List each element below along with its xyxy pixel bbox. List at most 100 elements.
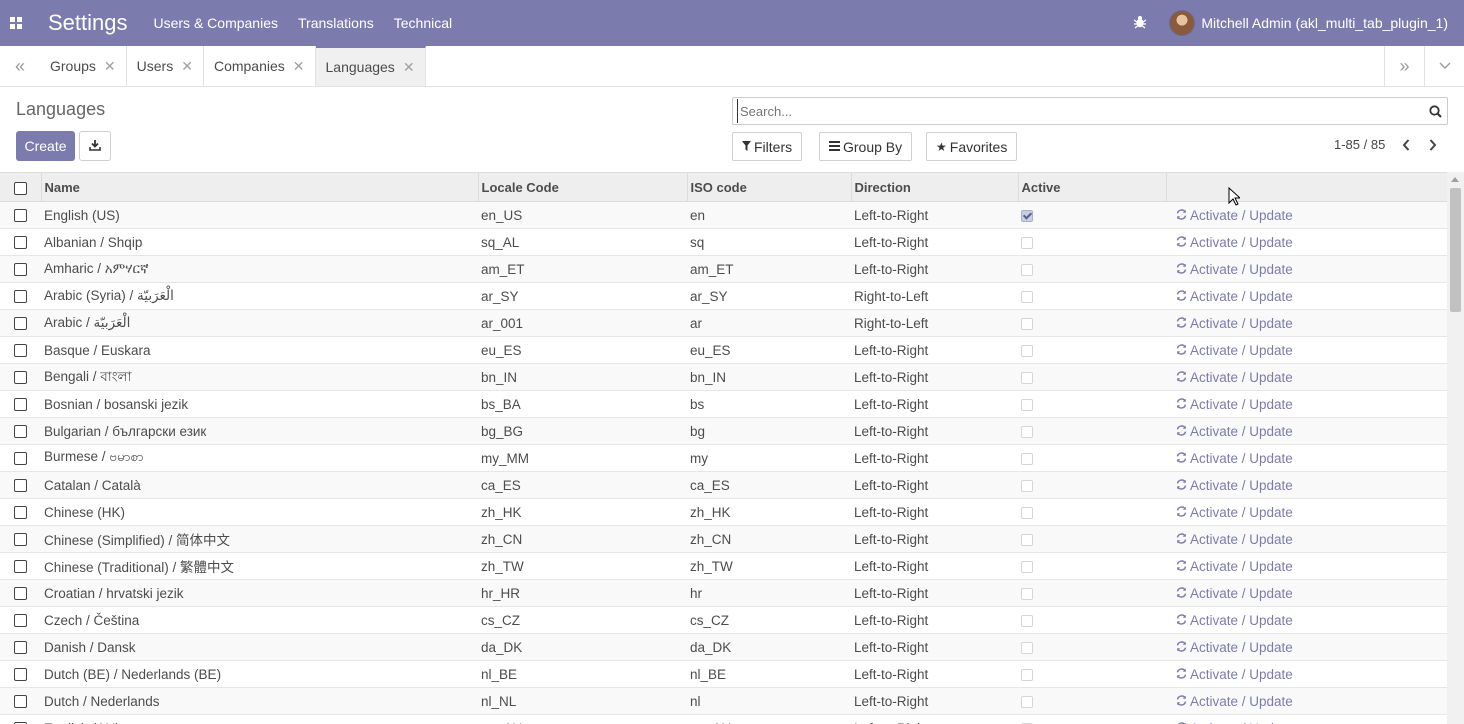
activate-update-button[interactable]: Activate / Update [1176, 235, 1293, 250]
row-checkbox[interactable] [14, 425, 27, 439]
cell-iso-code[interactable]: en [687, 201, 851, 229]
cell-name[interactable]: Arabic / الْعَرَبيّة [41, 309, 478, 337]
app-brand[interactable]: Settings [48, 10, 128, 36]
column-header-direction[interactable]: Direction [850, 172, 1018, 202]
activate-update-button[interactable]: Activate / Update [1176, 667, 1293, 682]
cell-direction[interactable]: Left-to-Right [851, 660, 1018, 688]
cell-locale-code[interactable]: en_AU [478, 714, 687, 724]
cell-locale-code[interactable]: ar_SY [478, 282, 687, 310]
tab-groups[interactable]: Groups ✕ [40, 46, 127, 86]
cell-direction[interactable]: Left-to-Right [851, 606, 1018, 634]
cell-iso-code[interactable]: bg [687, 417, 851, 445]
cell-name[interactable]: Bulgarian / български език [41, 417, 478, 445]
vertical-scrollbar[interactable] [1447, 172, 1464, 724]
activate-update-button[interactable]: Activate / Update [1176, 208, 1293, 223]
table-row[interactable]: Burmese / ဗမာစာ my_MM my Left-to-Right Activ… [0, 444, 1447, 472]
table-row[interactable]: Dutch (BE) / Nederlands (BE) nl_BE nl_BE Le… [0, 660, 1447, 688]
activate-update-button[interactable]: Activate / Update [1176, 721, 1293, 724]
cell-iso-code[interactable]: nl_BE [687, 660, 851, 688]
search-icon[interactable] [1423, 104, 1447, 118]
cell-locale-code[interactable]: en_US [478, 201, 687, 229]
table-row[interactable]: Arabic / الْعَرَبيّة ar_001 ar Right-to-Lef… [0, 309, 1447, 337]
cell-iso-code[interactable]: am_ET [687, 255, 851, 283]
cell-direction[interactable]: Left-to-Right [851, 201, 1018, 229]
cell-iso-code[interactable]: hr [687, 579, 851, 607]
column-header-locale-code[interactable]: Locale Code [477, 172, 687, 202]
cell-iso-code[interactable]: zh_TW [687, 552, 851, 580]
row-checkbox[interactable] [14, 560, 27, 574]
search-input[interactable] [737, 99, 1423, 123]
table-row[interactable]: Amharic / አምሃርኛ am_ET am_ET Left-to-Right Ac… [0, 255, 1447, 283]
cell-name[interactable]: Basque / Euskara [41, 336, 478, 364]
menu-users-companies[interactable]: Users & Companies [154, 15, 279, 31]
cell-name[interactable]: Arabic (Syria) / الْعَرَبيّة [41, 282, 478, 310]
cell-direction[interactable]: Left-to-Right [851, 255, 1018, 283]
cell-direction[interactable]: Left-to-Right [851, 417, 1018, 445]
cell-iso-code[interactable]: nl [687, 687, 851, 715]
cell-name[interactable]: English (US) [41, 201, 478, 229]
cell-locale-code[interactable]: zh_HK [478, 498, 687, 526]
table-row[interactable]: Bosnian / bosanski jezik bs_BA bs Left-to-R… [0, 390, 1447, 418]
column-header-name[interactable]: Name [40, 172, 478, 202]
cell-locale-code[interactable]: hr_HR [478, 579, 687, 607]
cell-name[interactable]: Amharic / አምሃርኛ [41, 255, 478, 283]
cell-direction[interactable]: Left-to-Right [851, 714, 1018, 724]
row-checkbox[interactable] [14, 614, 27, 628]
cell-direction[interactable]: Left-to-Right [851, 444, 1018, 472]
cell-locale-code[interactable]: zh_TW [478, 552, 687, 580]
filters-button[interactable]: Filters [732, 132, 803, 161]
scroll-up-arrow-icon[interactable] [1451, 177, 1459, 182]
cell-direction[interactable]: Left-to-Right [851, 552, 1018, 580]
bug-icon[interactable] [1133, 15, 1147, 32]
row-checkbox[interactable] [14, 236, 27, 250]
row-checkbox[interactable] [14, 668, 27, 682]
select-all-checkbox[interactable] [13, 181, 27, 195]
table-row[interactable]: Bengali / বাংলা bn_IN bn_IN Left-to-Right Ac… [0, 363, 1447, 391]
cell-direction[interactable]: Left-to-Right [851, 633, 1018, 661]
cell-name[interactable]: English (AU) [41, 714, 478, 724]
row-checkbox[interactable] [14, 371, 27, 385]
cell-iso-code[interactable]: ar_SY [687, 282, 851, 310]
cell-iso-code[interactable]: my [687, 444, 851, 472]
cell-name[interactable]: Bengali / বাংলা [41, 363, 478, 391]
cell-name[interactable]: Czech / Čeština [41, 606, 478, 634]
close-icon[interactable]: ✕ [104, 58, 116, 75]
activate-update-button[interactable]: Activate / Update [1176, 694, 1293, 709]
cell-direction[interactable]: Left-to-Right [851, 363, 1018, 391]
create-button[interactable]: Create [16, 131, 75, 161]
cell-locale-code[interactable]: bs_BA [478, 390, 687, 418]
activate-update-button[interactable]: Activate / Update [1176, 451, 1293, 466]
row-checkbox[interactable] [14, 209, 27, 223]
close-icon[interactable]: ✕ [293, 58, 305, 75]
column-header-iso-code[interactable]: ISO code [686, 172, 851, 202]
row-checkbox[interactable] [14, 263, 27, 277]
cell-name[interactable]: Chinese (Traditional) / 繁體中文 [41, 552, 478, 580]
cell-name[interactable]: Burmese / ဗမာစာ [41, 444, 478, 472]
cell-direction[interactable]: Right-to-Left [851, 309, 1018, 337]
cell-locale-code[interactable]: cs_CZ [478, 606, 687, 634]
row-checkbox[interactable] [14, 641, 27, 655]
avatar[interactable] [1169, 10, 1196, 36]
cell-name[interactable]: Croatian / hrvatski jezik [41, 579, 478, 607]
cell-name[interactable]: Chinese (Simplified) / 简体中文 [41, 525, 478, 553]
cell-locale-code[interactable]: nl_NL [478, 687, 687, 715]
column-header-active[interactable]: Active [1017, 172, 1166, 202]
cell-direction[interactable]: Left-to-Right [851, 525, 1018, 553]
cell-direction[interactable]: Left-to-Right [851, 390, 1018, 418]
cell-iso-code[interactable]: bn_IN [687, 363, 851, 391]
cell-locale-code[interactable]: my_MM [478, 444, 687, 472]
cell-name[interactable]: Dutch (BE) / Nederlands (BE) [41, 660, 478, 688]
tabs-dropdown-icon[interactable] [1424, 46, 1464, 86]
cell-locale-code[interactable]: da_DK [478, 633, 687, 661]
cell-direction[interactable]: Left-to-Right [851, 579, 1018, 607]
cell-iso-code[interactable]: en_AU [687, 714, 851, 724]
cell-locale-code[interactable]: am_ET [478, 255, 687, 283]
cell-name[interactable]: Chinese (HK) [41, 498, 478, 526]
cell-name[interactable]: Catalan / Català [41, 471, 478, 499]
scroll-tabs-right-icon[interactable]: » [1384, 46, 1424, 86]
tab-languages[interactable]: Languages ✕ [315, 46, 426, 86]
cell-name[interactable]: Danish / Dansk [41, 633, 478, 661]
activate-update-button[interactable]: Activate / Update [1176, 370, 1293, 385]
cell-iso-code[interactable]: eu_ES [687, 336, 851, 364]
apps-grid-icon[interactable] [0, 0, 32, 46]
